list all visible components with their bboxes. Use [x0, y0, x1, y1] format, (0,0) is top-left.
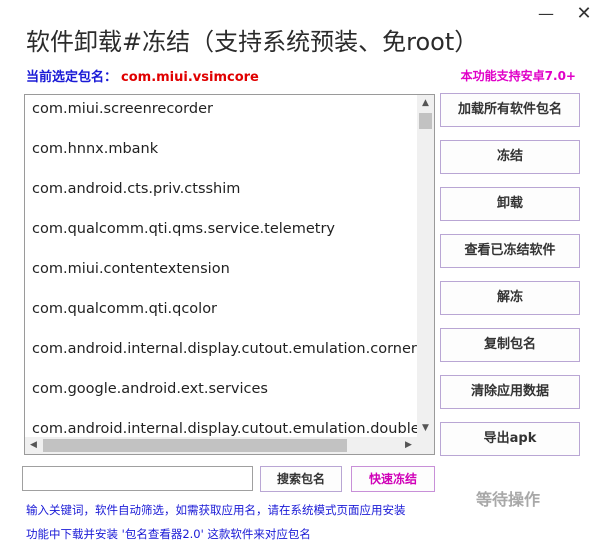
package-list-item[interactable]: com.google.android.ext.services	[25, 375, 417, 415]
horizontal-scroll-thumb[interactable]	[43, 439, 347, 452]
quick-freeze-button[interactable]: 快速冻结	[351, 466, 435, 492]
unfreeze-button[interactable]: 解冻	[440, 281, 580, 315]
package-list[interactable]: com.miui.screenrecorder com.hnnx.mbank c…	[24, 94, 435, 455]
close-button[interactable]: ✕	[570, 2, 598, 26]
package-list-item[interactable]: com.miui.screenrecorder	[25, 95, 417, 135]
search-package-button[interactable]: 搜索包名	[260, 466, 342, 492]
vertical-scrollbar[interactable]: ▲ ▼	[417, 95, 434, 437]
search-input[interactable]	[22, 466, 253, 491]
android-support-note: 本功能支持安卓7.0+	[460, 69, 576, 83]
scroll-right-icon[interactable]: ▶	[400, 437, 417, 454]
package-list-items: com.miui.screenrecorder com.hnnx.mbank c…	[25, 95, 417, 437]
hint-line-2: 功能中下载并安装 '包名查看器2.0' 这款软件来对应包名	[26, 527, 311, 541]
export-apk-button[interactable]: 导出apk	[440, 422, 580, 456]
scrollbar-corner	[417, 437, 434, 454]
scroll-left-icon[interactable]: ◀	[25, 437, 42, 454]
package-list-item[interactable]: com.miui.contentextension	[25, 255, 417, 295]
load-all-packages-button[interactable]: 加载所有软件包名	[440, 93, 580, 127]
package-list-item[interactable]: com.qualcomm.qti.qms.service.telemetry	[25, 215, 417, 255]
status-text: 等待操作	[476, 490, 541, 509]
copy-package-name-button[interactable]: 复制包名	[440, 328, 580, 362]
scroll-down-icon[interactable]: ▼	[417, 420, 434, 437]
selected-package-label: 当前选定包名：	[26, 70, 118, 85]
package-list-item[interactable]: com.android.internal.display.cutout.emul…	[25, 415, 417, 437]
clear-app-data-button[interactable]: 清除应用数据	[440, 375, 580, 409]
view-frozen-button[interactable]: 查看已冻结软件	[440, 234, 580, 268]
freeze-button[interactable]: 冻结	[440, 140, 580, 174]
package-list-item[interactable]: com.android.internal.display.cutout.emul…	[25, 335, 417, 375]
window-title: 软件卸载#冻结（支持系统预装、免root）	[26, 28, 479, 56]
selected-package-value: com.miui.vsimcore	[121, 70, 259, 85]
scroll-up-icon[interactable]: ▲	[417, 95, 434, 112]
minimize-button[interactable]: —	[532, 2, 560, 26]
package-list-item[interactable]: com.android.cts.priv.ctsshim	[25, 175, 417, 215]
package-list-item[interactable]: com.hnnx.mbank	[25, 135, 417, 175]
package-list-item[interactable]: com.qualcomm.qti.qcolor	[25, 295, 417, 335]
hint-line-1: 输入关键词，软件自动筛选，如需获取应用名，请在系统模式页面应用安装	[26, 503, 406, 517]
selected-package-row: 当前选定包名： com.miui.vsimcore	[26, 66, 259, 85]
horizontal-scrollbar[interactable]: ◀ ▶	[25, 437, 417, 454]
uninstall-button[interactable]: 卸载	[440, 187, 580, 221]
vertical-scroll-thumb[interactable]	[419, 113, 432, 129]
